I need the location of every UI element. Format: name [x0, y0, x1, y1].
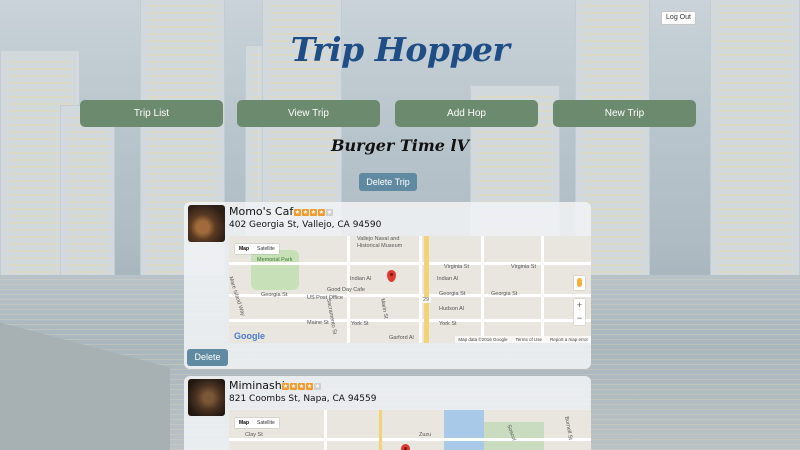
map-label: Virginia St [444, 264, 469, 270]
map-water [444, 410, 484, 450]
map-label: Clay St [245, 432, 263, 438]
map-view[interactable]: Map Satellite Clay St Zuzu Soscol Burnel… [229, 410, 591, 450]
map-type-satellite[interactable]: Satellite [253, 418, 279, 428]
map-type-toggle[interactable]: Map Satellite [235, 418, 279, 428]
nav-button-view-trip[interactable]: View Trip [237, 100, 380, 127]
street-view-pegman-icon[interactable] [574, 276, 585, 290]
map-highway [424, 236, 429, 343]
map-label: Vallejo Naval and [357, 236, 400, 242]
map-view[interactable]: Map Satellite Vallejo Naval and Historic… [229, 236, 591, 343]
highway-shield: 29 [421, 297, 432, 303]
map-type-map[interactable]: Map [235, 244, 253, 254]
map-street [541, 236, 544, 343]
nav-button-new-trip[interactable]: New Trip [553, 100, 696, 127]
nav-button-trip-list[interactable]: Trip List [80, 100, 223, 127]
map-highway [379, 410, 382, 450]
hop-address: 821 Coombs St, Napa, CA 94559 [229, 394, 377, 404]
report-error-link[interactable]: Report a map error [550, 337, 588, 342]
star-icon: ★ [298, 383, 305, 390]
delete-hop-button[interactable]: Delete [187, 349, 228, 366]
app-title: Trip Hopper [290, 30, 510, 69]
map-label: Historical Museum [357, 243, 403, 249]
star-icon: ★ [294, 209, 301, 216]
nav-button-add-hop[interactable]: Add Hop [395, 100, 538, 127]
star-icon: ★ [306, 383, 313, 390]
hop-name[interactable]: Momo's Cafe [229, 205, 300, 218]
map-street [229, 319, 591, 322]
star-icon: ★ [318, 209, 325, 216]
star-icon: ★ [302, 209, 309, 216]
map-street [229, 438, 591, 441]
map-label: York St [439, 321, 457, 327]
map-label: Hudson Al [439, 306, 465, 312]
map-data-credit: Map data ©2016 Google [458, 337, 508, 342]
map-type-satellite[interactable]: Satellite [253, 244, 279, 254]
zoom-in-button[interactable]: + [574, 299, 585, 312]
hop-address: 402 Georgia St, Vallejo, CA 94590 [229, 220, 382, 230]
logout-button[interactable]: Log Out [661, 11, 696, 25]
star-empty-icon: ★ [326, 209, 333, 216]
building [60, 105, 115, 280]
star-icon: ★ [282, 383, 289, 390]
map-label: Garford Al [389, 335, 414, 341]
star-empty-icon: ★ [314, 383, 321, 390]
delete-trip-button[interactable]: Delete Trip [359, 173, 417, 191]
map-type-toggle[interactable]: Map Satellite [235, 244, 279, 254]
map-label: Maine St [307, 320, 329, 326]
map-label: Zuzu [419, 432, 432, 438]
map-label: York St [351, 321, 369, 327]
map-label: Virginia St [511, 264, 536, 270]
map-type-map[interactable]: Map [235, 418, 253, 428]
map-label: Sacramento St [325, 298, 338, 335]
map-label: Memorial Park [257, 257, 293, 263]
trip-name: Burger Time lV [330, 136, 470, 155]
map-label: Good Day Cafe [327, 287, 365, 293]
map-label: Georgia St [439, 291, 466, 297]
map-street [419, 236, 422, 343]
hop-card: Miminashi ★ ★ ★ ★ ★ 821 Coombs St, Napa,… [184, 376, 591, 450]
rating-stars: ★ ★ ★ ★ ★ [294, 209, 333, 216]
terms-link[interactable]: Terms of Use [515, 337, 542, 342]
zoom-out-button[interactable]: − [574, 312, 585, 325]
map-label: Georgia St [491, 291, 518, 297]
map-park [251, 250, 299, 290]
star-icon: ★ [310, 209, 317, 216]
hop-card: Momo's Cafe ★ ★ ★ ★ ★ 402 Georgia St, Va… [184, 202, 591, 369]
map-street [324, 410, 327, 450]
map-label: Marin St [379, 298, 389, 320]
map-label: Indian Al [350, 276, 372, 282]
rating-stars: ★ ★ ★ ★ ★ [282, 383, 321, 390]
google-logo: Google [234, 331, 265, 341]
hop-name[interactable]: Miminashi [229, 379, 285, 392]
map-label: Burnell St [563, 416, 574, 441]
hop-photo[interactable] [188, 379, 225, 416]
map-label: Indian Al [437, 276, 459, 282]
map-label: Georgia St [261, 292, 288, 298]
map-marker-icon[interactable] [387, 270, 396, 282]
map-marker-icon[interactable] [401, 444, 410, 450]
zoom-controls: + − [574, 299, 585, 325]
map-street [481, 236, 484, 343]
star-icon: ★ [290, 383, 297, 390]
map-attribution: Map data ©2016 Google Terms of Use Repor… [455, 336, 591, 343]
hop-photo[interactable] [188, 205, 225, 242]
